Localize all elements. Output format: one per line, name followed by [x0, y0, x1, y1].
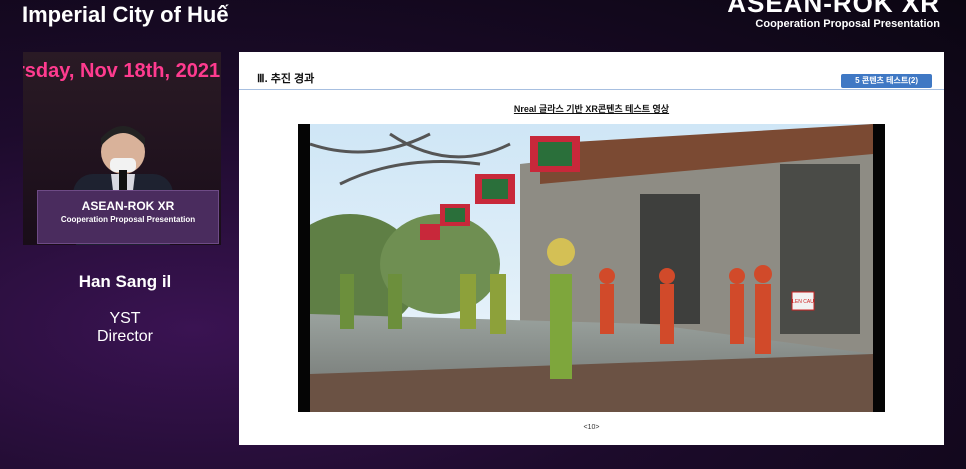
video-scene: LEN CAU — [310, 124, 873, 412]
page-title: Imperial City of Huế — [22, 2, 229, 27]
speaker-video: rsday, Nov 18th, 2021 ASEAN-ROK XR Coope… — [23, 52, 221, 245]
slide-header: Ⅲ. 추진 경과 5 콘텐츠 테스트(2) — [239, 67, 944, 90]
sign-text: LEN CAU — [792, 299, 814, 305]
brand-title: ASEAN-ROK XR — [727, 0, 940, 18]
speaker-organization: YST — [109, 310, 141, 327]
speaker-name: Han Sang il — [78, 272, 172, 291]
slide-caption: Nreal 글라스 기반 XR콘텐츠 테스트 영상 — [513, 104, 670, 114]
podium-title: ASEAN-ROK XR — [81, 199, 175, 213]
brand-subtitle: Cooperation Proposal Presentation — [755, 18, 940, 30]
event-brand: ASEAN-ROK XR Cooperation Proposal Presen… — [727, 0, 940, 30]
stage-backdrop-text: rsday, Nov 18th, 2021 — [23, 60, 221, 82]
slide-section-title: Ⅲ. 추진 경과 — [257, 73, 315, 85]
xr-test-video[interactable]: LEN CAU — [298, 124, 885, 412]
presentation-slide: Ⅲ. 추진 경과 5 콘텐츠 테스트(2) Nreal 글라스 기반 XR콘텐츠… — [239, 52, 944, 445]
podium-subtitle: Cooperation Proposal Presentation — [60, 215, 196, 224]
speaker-role: Director — [96, 328, 153, 345]
slide-page-number: <10> — [583, 424, 600, 431]
slide-tag-badge: 5 콘텐츠 테스트(2) — [841, 74, 932, 88]
podium-banner: ASEAN-ROK XR Cooperation Proposal Presen… — [37, 190, 219, 244]
